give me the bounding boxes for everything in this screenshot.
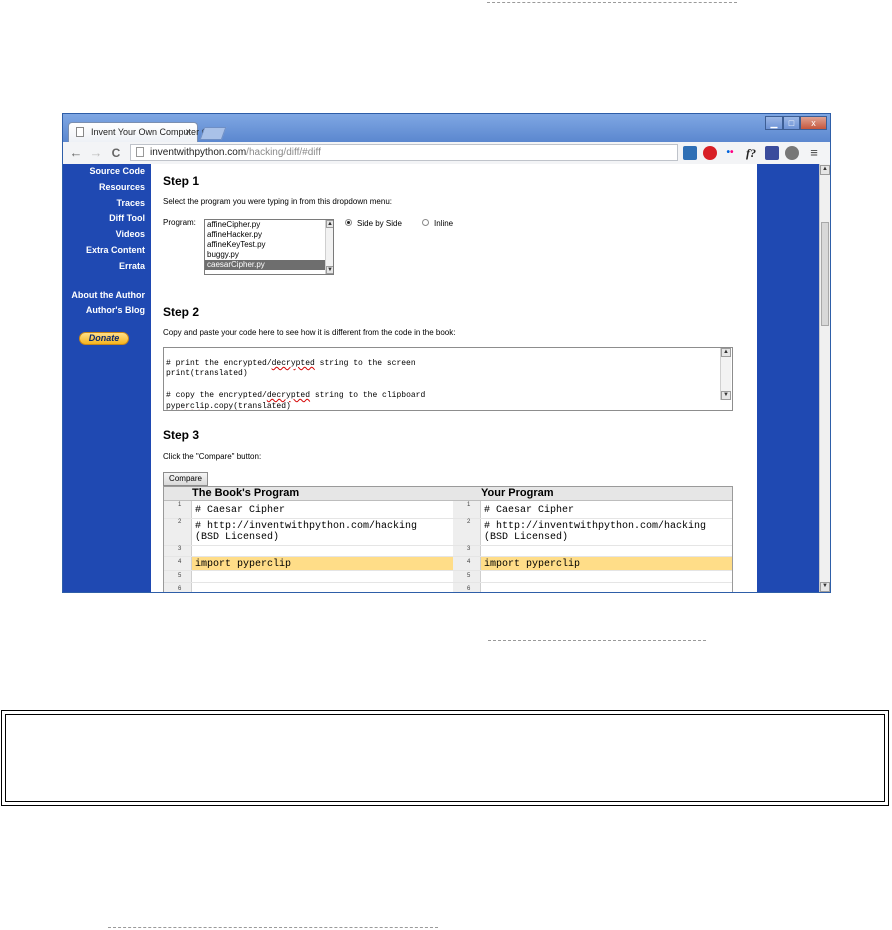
- line-number: 5: [467, 573, 471, 579]
- step2-instruction: Copy and paste your code here to see how…: [163, 328, 456, 337]
- empty-box-inner: [5, 714, 885, 802]
- donate-button[interactable]: Donate: [79, 332, 129, 345]
- page-scrollbar[interactable]: ▲ ▼: [819, 164, 830, 592]
- globe-icon[interactable]: [785, 146, 799, 160]
- browser-window: Invent Your Own Computer ( × ▁ □ x ← → C…: [62, 113, 831, 593]
- browser-tab[interactable]: Invent Your Own Computer ( ×: [68, 122, 205, 142]
- scroll-down-icon[interactable]: ▼: [326, 266, 333, 274]
- program-label: Program:: [163, 218, 196, 227]
- book-code-line: import pyperclip: [195, 559, 292, 570]
- side-by-side-radio[interactable]: [345, 219, 352, 226]
- program-option[interactable]: affineCipher.py: [205, 220, 333, 230]
- row-divider: [164, 556, 732, 557]
- book-code-line: (BSD Licensed): [195, 532, 280, 543]
- code-line: # print the encrypted/decrypted string t…: [166, 359, 416, 368]
- side-by-side-label: Side by Side: [357, 219, 402, 228]
- listbox-scrollbar[interactable]: ▲ ▼: [325, 220, 333, 274]
- opera-icon[interactable]: [703, 146, 717, 160]
- empty-box-frame: [1, 710, 889, 806]
- your-code-line: # Caesar Cipher: [484, 505, 575, 516]
- line-number: 3: [467, 546, 471, 552]
- scroll-up-icon[interactable]: ▲: [721, 348, 731, 357]
- your-code-line: (BSD Licensed): [484, 532, 569, 543]
- diff-table: The Book's Program Your Program 1 2 3 4 …: [163, 486, 733, 592]
- reload-icon[interactable]: C: [109, 145, 123, 161]
- compare-button[interactable]: Compare: [163, 472, 208, 486]
- scroll-up-icon[interactable]: ▲: [820, 165, 830, 175]
- new-tab-button[interactable]: [199, 127, 227, 140]
- step3-instruction: Click the "Compare" button:: [163, 452, 262, 461]
- menu-icon[interactable]: ≡: [807, 146, 821, 160]
- page-icon: [76, 127, 84, 137]
- monitor-icon[interactable]: [683, 146, 697, 160]
- program-listbox[interactable]: affineCipher.py affineHacker.py affineKe…: [204, 219, 334, 275]
- title-bar: Invent Your Own Computer ( × ▁ □ x: [63, 114, 830, 142]
- page-viewport: Source Code Resources Traces Diff Tool V…: [63, 164, 830, 592]
- nav-link-extra-content[interactable]: Extra Content: [86, 245, 145, 255]
- inline-label: Inline: [434, 219, 454, 228]
- book-code-line: # Caesar Cipher: [195, 505, 286, 516]
- url-host: inventwithpython.com: [150, 147, 247, 158]
- code-line: # copy the encrypted/decrypted string to…: [166, 391, 426, 400]
- program-option[interactable]: buggy.py: [205, 250, 333, 260]
- browser-toolbar: ← → C inventwithpython.com/hacking/diff/…: [63, 142, 830, 165]
- sidebar: Source Code Resources Traces Diff Tool V…: [63, 164, 147, 592]
- f-question-icon[interactable]: f?: [743, 146, 759, 160]
- scroll-down-icon[interactable]: ▼: [721, 391, 731, 400]
- flickr-icon[interactable]: ••: [723, 146, 737, 160]
- code-line: print(translated): [166, 369, 248, 378]
- address-bar[interactable]: inventwithpython.com/hacking/diff/#diff: [130, 144, 678, 161]
- minimize-button[interactable]: ▁: [765, 116, 783, 130]
- nav-link-about-author[interactable]: About the Author: [71, 290, 145, 300]
- step1-instruction: Select the program you were typing in fr…: [163, 197, 393, 206]
- book-icon[interactable]: [765, 146, 779, 160]
- scroll-up-icon[interactable]: ▲: [326, 220, 333, 228]
- back-icon[interactable]: ←: [69, 145, 83, 161]
- nav-link-resources[interactable]: Resources: [99, 182, 145, 192]
- url-path: /hacking/diff/#diff: [246, 147, 321, 158]
- divider-top: [487, 2, 737, 3]
- scrollbar-thumb[interactable]: [821, 222, 829, 326]
- code-line: pyperclip.copy(translated): [166, 402, 291, 411]
- forward-icon[interactable]: →: [89, 145, 103, 161]
- program-option-selected[interactable]: caesarCipher.py: [205, 260, 333, 270]
- code-textarea[interactable]: # print the encrypted/decrypted string t…: [163, 347, 733, 411]
- row-divider: [164, 570, 732, 571]
- step3-heading: Step 3: [163, 428, 200, 442]
- nav-link-source-code[interactable]: Source Code: [89, 166, 145, 176]
- divider-bottom: [108, 927, 438, 928]
- right-margin: [757, 164, 819, 592]
- nav-link-videos[interactable]: Videos: [116, 229, 145, 239]
- program-option[interactable]: affineHacker.py: [205, 230, 333, 240]
- left-column-header: The Book's Program: [192, 487, 300, 499]
- step1-heading: Step 1: [163, 174, 200, 188]
- line-number: 6: [467, 586, 471, 592]
- program-option[interactable]: affineKeyTest.py: [205, 240, 333, 250]
- nav-link-traces[interactable]: Traces: [116, 198, 145, 208]
- right-column-header: Your Program: [481, 487, 554, 499]
- your-code-line: # http://inventwithpython.com/hacking: [484, 521, 707, 532]
- scroll-down-icon[interactable]: ▼: [820, 582, 830, 592]
- step2-heading: Step 2: [163, 305, 200, 319]
- nav-link-authors-blog[interactable]: Author's Blog: [86, 305, 145, 315]
- close-window-button[interactable]: x: [800, 116, 827, 130]
- inline-radio[interactable]: [422, 219, 429, 226]
- book-code-line: # http://inventwithpython.com/hacking: [195, 521, 418, 532]
- row-divider: [164, 582, 732, 583]
- textarea-scrollbar[interactable]: ▲ ▼: [720, 348, 731, 400]
- your-code-line: import pyperclip: [484, 559, 581, 570]
- main-content: Step 1 Select the program you were typin…: [151, 164, 757, 592]
- maximize-button[interactable]: □: [783, 116, 800, 130]
- divider-middle: [488, 640, 706, 641]
- nav-link-diff-tool[interactable]: Diff Tool: [109, 213, 145, 223]
- nav-link-errata[interactable]: Errata: [119, 261, 145, 271]
- tab-close-icon[interactable]: ×: [185, 123, 191, 142]
- page-icon: [136, 147, 144, 157]
